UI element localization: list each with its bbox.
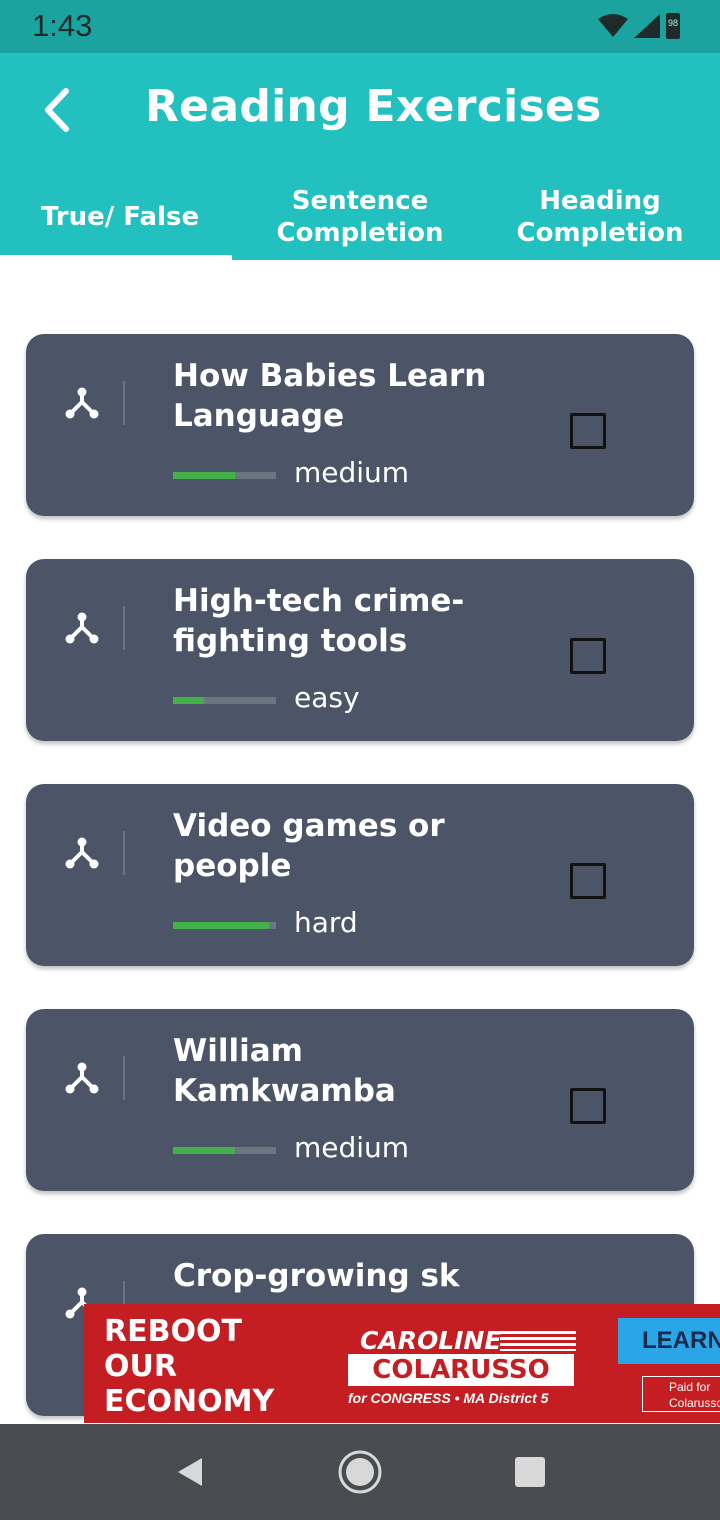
difficulty-fill [173, 922, 269, 929]
difficulty-bar [173, 922, 276, 929]
exercise-title: High-tech crime-fighting tools [173, 583, 465, 659]
ad-headline: REBOOT OUR ECONOMY [104, 1314, 275, 1419]
status-time: 1:43 [32, 8, 93, 43]
exercise-title: Crop-growing sk [173, 1258, 460, 1294]
tab-bar: True/ False Sentence Completion Heading … [0, 173, 720, 260]
back-triangle-icon [178, 1458, 202, 1486]
card-divider [123, 1056, 125, 1100]
difficulty-label: hard [294, 906, 358, 939]
exercise-title: William Kamkwamba [173, 1033, 396, 1109]
tab-heading-completion[interactable]: Heading Completion [480, 173, 720, 260]
exercise-checkbox[interactable] [570, 413, 606, 449]
battery-level: 98 [667, 18, 678, 28]
tab-label: Sentence Completion [276, 185, 444, 248]
page-title: Reading Exercises [145, 81, 602, 132]
ad-banner[interactable]: REBOOT OUR ECONOMY CAROLINE COLARUSSO fo… [84, 1304, 720, 1423]
exercise-card[interactable]: High-tech crime-fighting tools easy [26, 559, 694, 741]
fork-icon [65, 1062, 99, 1094]
tab-label: Heading Completion [516, 185, 684, 248]
difficulty-bar [173, 1147, 276, 1154]
status-icons: 98 [598, 12, 680, 40]
tab-true-false[interactable]: True/ False [0, 173, 240, 260]
exercise-list[interactable]: How Babies Learn Language medium High-te… [0, 260, 720, 1424]
exercise-card[interactable]: William Kamkwamba medium [26, 1009, 694, 1191]
difficulty-fill [173, 697, 204, 704]
nav-recents-button[interactable] [506, 1448, 554, 1496]
battery-icon: 98 [666, 13, 680, 39]
difficulty-fill [173, 472, 235, 479]
exercise-checkbox[interactable] [570, 638, 606, 674]
home-circle-icon [338, 1450, 382, 1494]
tab-label: True/ False [40, 201, 200, 232]
system-nav-bar [0, 1424, 720, 1520]
card-divider [123, 606, 125, 650]
recents-square-icon [515, 1457, 545, 1487]
exercise-card[interactable]: Video games or people hard [26, 784, 694, 966]
card-divider [123, 831, 125, 875]
fork-icon [65, 837, 99, 869]
status-bar: 1:43 98 [0, 0, 720, 53]
difficulty-label: medium [294, 456, 410, 489]
ad-brand-name: COLARUSSO [348, 1354, 574, 1386]
ad-brand-sub: for CONGRESS • MA District 5 [348, 1390, 549, 1406]
ad-learn-button[interactable]: LEARN [618, 1318, 720, 1364]
app-bar: Reading Exercises True/ False Sentence C… [0, 53, 720, 260]
back-button[interactable] [30, 83, 84, 137]
difficulty-label: medium [294, 1131, 410, 1164]
difficulty-bar [173, 472, 276, 479]
exercise-title: How Babies Learn Language [173, 358, 487, 434]
wifi-icon [598, 14, 628, 37]
difficulty-label: easy [294, 681, 360, 714]
exercise-title: Video games or people [173, 808, 445, 884]
nav-home-button[interactable] [336, 1448, 384, 1496]
exercise-checkbox[interactable] [570, 863, 606, 899]
ad-paid-for: Paid for Colarusso [642, 1376, 720, 1412]
card-divider [123, 381, 125, 425]
ad-flag-stripes [500, 1331, 576, 1351]
difficulty-fill [173, 1147, 235, 1154]
nav-back-button[interactable] [166, 1448, 214, 1496]
fork-icon [65, 612, 99, 644]
exercise-card[interactable]: How Babies Learn Language medium [26, 334, 694, 516]
fork-icon [65, 387, 99, 419]
back-arrow-icon [45, 88, 69, 132]
difficulty-bar [173, 697, 276, 704]
exercise-checkbox[interactable] [570, 1088, 606, 1124]
ad-brand-top: CAROLINE [360, 1326, 502, 1355]
tab-sentence-completion[interactable]: Sentence Completion [240, 173, 480, 260]
signal-icon [634, 14, 660, 38]
